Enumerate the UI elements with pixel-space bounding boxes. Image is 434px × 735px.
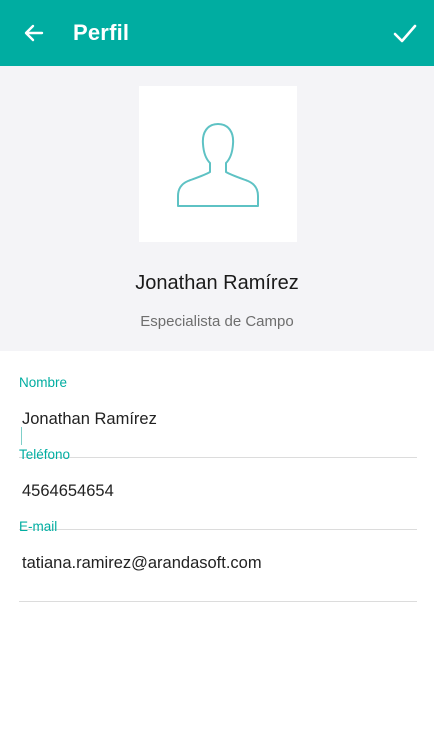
profile-role: Especialista de Campo (140, 313, 294, 330)
telefono-label: Teléfono (19, 447, 71, 462)
field-email: E-mail (19, 518, 417, 602)
avatar[interactable] (139, 86, 297, 242)
save-button[interactable] (392, 20, 418, 46)
back-button[interactable] (22, 21, 46, 45)
field-nombre: Nombre (19, 374, 417, 458)
email-underline (19, 601, 417, 602)
profile-header: Jonathan Ramírez Especialista de Campo (0, 66, 434, 351)
nombre-label: Nombre (19, 375, 68, 390)
app-bar: Perfil (0, 0, 434, 66)
user-silhouette-icon (177, 123, 259, 207)
page-title: Perfil (73, 20, 130, 45)
profile-name: Jonathan Ramírez (135, 272, 299, 294)
telefono-input[interactable] (19, 476, 417, 506)
email-label: E-mail (19, 519, 58, 534)
arrow-left-icon (24, 24, 44, 42)
text-caret (21, 427, 22, 445)
email-input[interactable] (19, 548, 417, 578)
check-icon (393, 24, 417, 43)
nombre-input[interactable] (19, 404, 417, 434)
field-telefono: Teléfono (19, 446, 417, 530)
